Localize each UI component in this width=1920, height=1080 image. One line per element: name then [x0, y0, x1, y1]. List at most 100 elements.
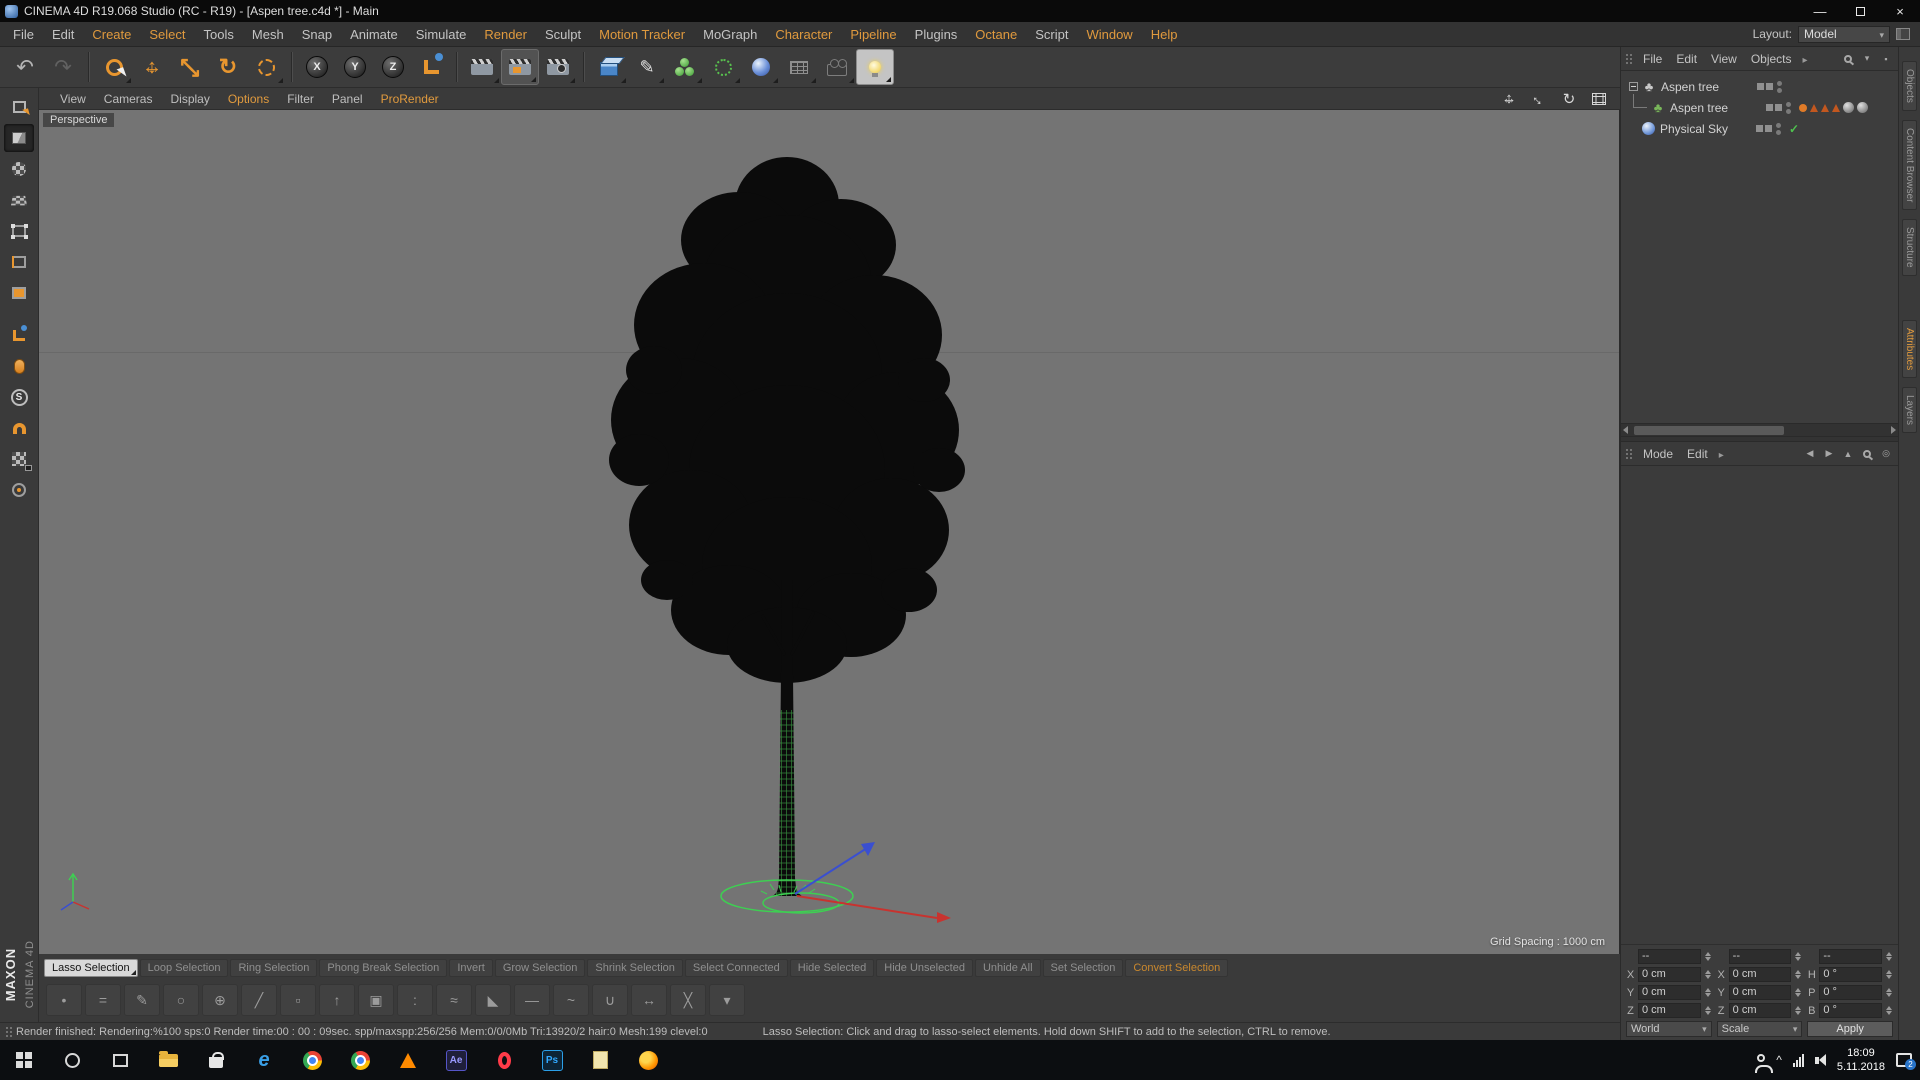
bevel-icon[interactable]: ◣	[475, 984, 511, 1016]
z-axis-lock-icon[interactable]: Z	[374, 49, 412, 85]
network-icon[interactable]	[1792, 1053, 1804, 1067]
material-tag-icon[interactable]	[1857, 102, 1868, 113]
scale-icon[interactable]: ↖ ↘	[171, 49, 209, 85]
spinner-icon[interactable]	[1885, 970, 1893, 979]
viewport-zoom-icon[interactable]: ↔	[1525, 84, 1553, 112]
opera-button[interactable]	[480, 1040, 528, 1080]
connect-icon[interactable]: ⊕	[202, 984, 238, 1016]
spinner-icon[interactable]	[1794, 1006, 1802, 1015]
knife-icon[interactable]: ╱	[241, 984, 277, 1016]
object-manager[interactable]: ♣ Aspen tree ♣ Aspen tree Physical Sky ✓	[1621, 71, 1898, 423]
primitive-cube-icon[interactable]	[590, 49, 628, 85]
am-search-icon[interactable]	[1859, 446, 1875, 462]
after-effects-button[interactable]: Ae	[432, 1040, 480, 1080]
pos-x-field[interactable]: 0 cm	[1638, 967, 1701, 982]
selection-tag-icon[interactable]	[1821, 103, 1829, 112]
history-back-icon[interactable]: ◀	[1802, 446, 1818, 462]
om-menu-objects[interactable]: Objects	[1744, 52, 1799, 66]
bridge-icon[interactable]: =	[85, 984, 121, 1016]
scroll-left-icon[interactable]	[1623, 426, 1628, 434]
vp-menu-display[interactable]: Display	[161, 92, 218, 106]
lock-workplane-icon[interactable]	[4, 445, 34, 473]
file-explorer-button[interactable]	[144, 1040, 192, 1080]
enable-dots[interactable]	[1776, 122, 1781, 135]
documents-button[interactable]	[576, 1040, 624, 1080]
ring-selection-button[interactable]: Ring Selection	[230, 958, 318, 977]
edges-mode-icon[interactable]	[4, 248, 34, 276]
lasso-selection-button[interactable]: Lasso Selection	[44, 958, 138, 977]
spinner-icon[interactable]	[1885, 952, 1893, 961]
viewport-pan-icon[interactable]: ↔	[1498, 90, 1520, 108]
vlc-button[interactable]	[384, 1040, 432, 1080]
workplane-mode-icon[interactable]	[4, 186, 34, 214]
loop-selection-button[interactable]: Loop Selection	[139, 958, 229, 977]
enable-dots[interactable]	[1786, 101, 1791, 114]
scrollbar-thumb[interactable]	[1634, 425, 1784, 435]
matrix-extrude-icon[interactable]: :	[397, 984, 433, 1016]
invert-button[interactable]: Invert	[449, 958, 493, 977]
spinner-icon[interactable]	[1885, 988, 1893, 997]
coord-header-1[interactable]: --	[1638, 949, 1701, 964]
spinner-icon[interactable]	[1794, 970, 1802, 979]
collapse-expander-icon[interactable]	[1629, 82, 1638, 91]
coord-mode-dropdown[interactable]: Scale	[1716, 1021, 1803, 1037]
rot-b-field[interactable]: 0 °	[1819, 1003, 1883, 1018]
unhide-all-button[interactable]: Unhide All	[974, 958, 1041, 977]
enable-axis-icon[interactable]	[4, 321, 34, 349]
apply-button[interactable]: Apply	[1807, 1021, 1893, 1037]
scroll-right-icon[interactable]	[1891, 426, 1896, 434]
object-manager-scrollbar[interactable]	[1621, 423, 1898, 437]
quantize-icon[interactable]	[4, 476, 34, 504]
edge-button[interactable]: e	[240, 1040, 288, 1080]
layout-dropdown[interactable]: Model	[1798, 25, 1890, 43]
menu-mesh[interactable]: Mesh	[243, 27, 293, 42]
split-icon[interactable]: ╳	[670, 984, 706, 1016]
environment-sky-icon[interactable]	[742, 49, 780, 85]
weld-icon[interactable]: ∪	[592, 984, 628, 1016]
am-menu-mode[interactable]: Mode	[1636, 447, 1680, 461]
clock[interactable]: 18:09 5.11.2018	[1837, 1046, 1885, 1075]
model-mode-icon[interactable]	[4, 124, 34, 152]
menu-octane[interactable]: Octane	[966, 27, 1026, 42]
x-axis-lock-icon[interactable]: X	[298, 49, 336, 85]
coord-space-dropdown[interactable]: World	[1626, 1021, 1712, 1037]
size-x-field[interactable]: 0 cm	[1728, 967, 1792, 982]
enabled-check-icon[interactable]: ✓	[1789, 122, 1799, 136]
cortana-search-button[interactable]	[48, 1040, 96, 1080]
size-z-field[interactable]: 0 cm	[1728, 1003, 1792, 1018]
object-row-aspen-tree-parent[interactable]: ♣ Aspen tree	[1621, 76, 1898, 97]
viewport-toggle-icon[interactable]	[1588, 90, 1610, 108]
chevron-right-icon[interactable]	[1715, 447, 1728, 461]
object-label[interactable]: Physical Sky	[1660, 122, 1752, 136]
menu-character[interactable]: Character	[766, 27, 841, 42]
object-tags[interactable]	[1799, 102, 1868, 113]
undo-icon[interactable]: ↶	[6, 49, 44, 85]
tab-structure[interactable]: Structure	[1902, 219, 1917, 276]
close-button[interactable]: ×	[1880, 0, 1920, 22]
tab-objects[interactable]: Objects	[1902, 61, 1917, 111]
spinner-icon[interactable]	[1885, 1006, 1893, 1015]
light-icon[interactable]	[856, 49, 894, 85]
perspective-viewport[interactable]: Perspective Grid Spacing : 1000 cm	[39, 110, 1620, 954]
hide-unselected-button[interactable]: Hide Unselected	[876, 958, 973, 977]
menu-plugins[interactable]: Plugins	[906, 27, 967, 42]
tab-layers[interactable]: Layers	[1902, 387, 1917, 434]
vp-menu-panel[interactable]: Panel	[323, 92, 372, 106]
vp-menu-options[interactable]: Options	[219, 92, 278, 106]
tweak-mode-icon[interactable]	[4, 352, 34, 380]
array-grid-icon[interactable]	[780, 49, 818, 85]
selection-tag-icon[interactable]	[1832, 103, 1840, 112]
points-mode-icon[interactable]	[4, 217, 34, 245]
om-menu-edit[interactable]: Edit	[1669, 52, 1704, 66]
stitch-and-sew-icon[interactable]: ~	[553, 984, 589, 1016]
action-center-icon[interactable]: 2	[1896, 1053, 1916, 1070]
extrude-icon[interactable]: ↑	[319, 984, 355, 1016]
menu-help[interactable]: Help	[1142, 27, 1187, 42]
select-connected-button[interactable]: Select Connected	[684, 958, 788, 977]
am-menu-edit[interactable]: Edit	[1680, 447, 1715, 461]
am-track-icon[interactable]: ◎	[1878, 446, 1894, 462]
tab-attributes[interactable]: Attributes	[1902, 319, 1917, 379]
menu-file[interactable]: File	[4, 27, 43, 42]
firefox-button[interactable]	[624, 1040, 672, 1080]
object-label[interactable]: Aspen tree	[1670, 101, 1762, 115]
